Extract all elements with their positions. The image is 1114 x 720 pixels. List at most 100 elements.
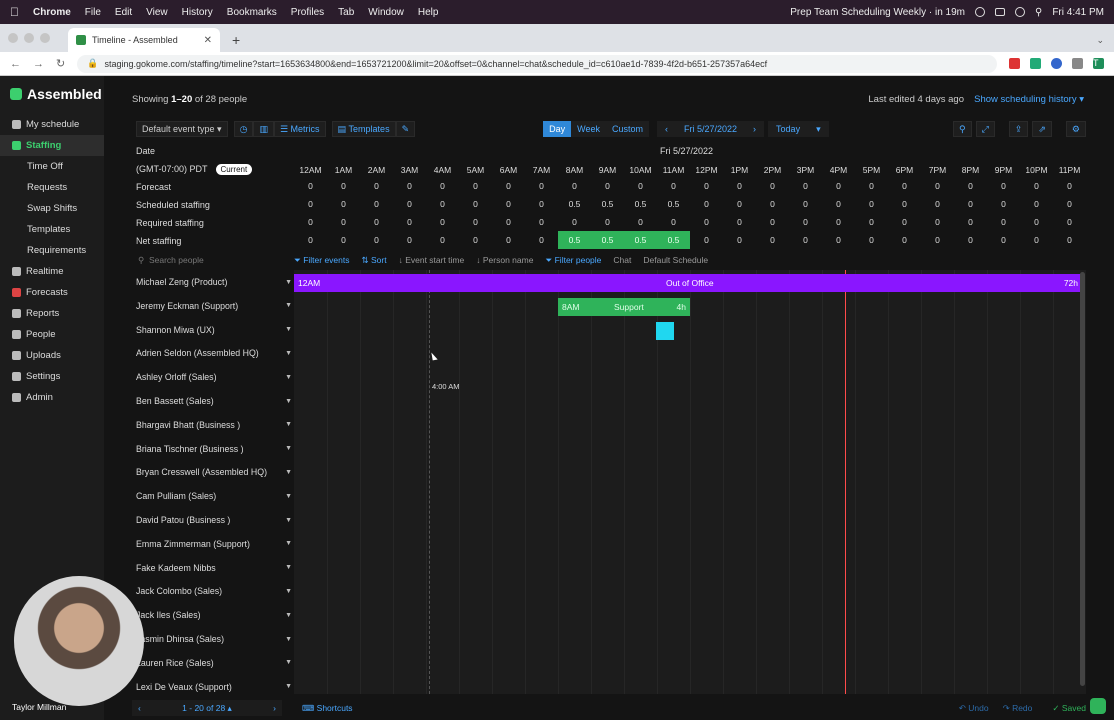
tab-search-chevron-icon[interactable]: ⌄ bbox=[1096, 35, 1104, 46]
timeline-grid[interactable]: 12AM Out of Office 72h 8AM Support 4h 4:… bbox=[294, 270, 1086, 694]
sort-event-start[interactable]: ↓ Event start time bbox=[399, 255, 465, 265]
person-row[interactable]: Briana Tischner (Business ) ▼ bbox=[136, 440, 292, 458]
menubar-clock[interactable]: Fri 4:41 PM bbox=[1052, 7, 1104, 18]
search-people-input[interactable]: ⚲ Search people bbox=[132, 255, 294, 266]
sort-person-name[interactable]: ↓ Person name bbox=[476, 255, 533, 265]
shortcuts-button[interactable]: ⌨ Shortcuts bbox=[302, 703, 353, 714]
sidebar-user-name[interactable]: Taylor Millman bbox=[12, 702, 66, 712]
sidebar-item-reports[interactable]: Reports bbox=[0, 303, 104, 324]
sidebar-item-staffing[interactable]: Staffing bbox=[0, 135, 104, 156]
sidebar-item-people[interactable]: People bbox=[0, 324, 104, 345]
chevron-down-icon[interactable]: ▼ bbox=[285, 350, 292, 357]
chevron-down-icon[interactable]: ▼ bbox=[285, 493, 292, 500]
browser-tab-active[interactable]: Timeline - Assembled ✕ bbox=[68, 28, 220, 52]
menu-bookmarks[interactable]: Bookmarks bbox=[227, 7, 277, 18]
sidebar-item-uploads[interactable]: Uploads bbox=[0, 345, 104, 366]
person-row[interactable]: Jack Colombo (Sales) ▼ bbox=[136, 582, 292, 600]
support-shift-event[interactable]: 8AM Support 4h bbox=[558, 298, 690, 316]
date-picker[interactable]: Fri 5/27/2022 bbox=[676, 121, 746, 137]
prev-date-icon[interactable]: ‹ bbox=[657, 121, 676, 137]
person-row[interactable]: Cam Pulliam (Sales) ▼ bbox=[136, 487, 292, 505]
chevron-down-icon[interactable]: ▼ bbox=[285, 540, 292, 547]
current-badge[interactable]: Current bbox=[215, 164, 253, 175]
chevron-down-icon[interactable]: ▼ bbox=[285, 612, 292, 619]
filter-events-button[interactable]: ⏷ Filter events bbox=[294, 255, 349, 266]
redo-button[interactable]: ↷ Redo bbox=[1003, 703, 1033, 714]
chevron-down-icon[interactable]: ▼ bbox=[285, 398, 292, 405]
menu-view[interactable]: View bbox=[146, 7, 168, 18]
sidebar-sub-templates[interactable]: Templates bbox=[0, 219, 104, 240]
today-chevron-down-icon[interactable]: ▾ bbox=[808, 121, 829, 137]
person-row[interactable]: Shannon Miwa (UX) ▼ bbox=[136, 321, 292, 339]
view-day-button[interactable]: Day bbox=[543, 121, 572, 137]
sidebar-item-my-schedule[interactable]: My schedule bbox=[0, 114, 104, 135]
menu-profiles[interactable]: Profiles bbox=[291, 7, 324, 18]
sort-button[interactable]: ⇅ Sort bbox=[361, 255, 386, 266]
wifi-icon[interactable] bbox=[1014, 7, 1025, 17]
menu-history[interactable]: History bbox=[182, 7, 213, 18]
person-row[interactable]: Jeremy Eckman (Support) ▼ bbox=[136, 297, 292, 315]
default-schedule[interactable]: Default Schedule bbox=[643, 255, 708, 265]
chevron-down-icon[interactable]: ▼ bbox=[285, 279, 292, 286]
event-type-dropdown[interactable]: Default event type ▾ bbox=[136, 121, 228, 137]
columns-icon[interactable]: ▥ bbox=[253, 121, 274, 137]
upload-icon[interactable]: ⇪ bbox=[1008, 121, 1029, 137]
menu-help[interactable]: Help bbox=[418, 7, 439, 18]
search-icon[interactable]: ⚲ bbox=[1035, 7, 1042, 18]
menu-file[interactable]: File bbox=[85, 7, 101, 18]
settings-gear-icon[interactable]: ⚙ bbox=[1065, 121, 1086, 137]
screen-icon[interactable] bbox=[994, 8, 1005, 16]
calendar-event[interactable]: Prep Team Scheduling Weekly · in 19m bbox=[790, 7, 965, 18]
today-button[interactable]: Today bbox=[768, 121, 809, 137]
minimize-window-icon[interactable] bbox=[24, 33, 34, 43]
expand-icon[interactable]: ⤢ bbox=[975, 121, 995, 137]
extension-green-icon[interactable] bbox=[1030, 58, 1041, 69]
apple-icon[interactable]:  bbox=[10, 5, 19, 19]
chevron-down-icon[interactable]: ▼ bbox=[285, 636, 292, 643]
sidebar-item-admin[interactable]: Admin bbox=[0, 387, 104, 408]
menu-app-name[interactable]: Chrome bbox=[33, 7, 71, 18]
reload-icon[interactable]: ↻ bbox=[56, 57, 65, 70]
chevron-down-icon[interactable]: ▼ bbox=[285, 445, 292, 452]
sidebar-sub-requirements[interactable]: Requirements bbox=[0, 240, 104, 261]
next-page-icon[interactable]: › bbox=[273, 703, 276, 713]
chevron-down-icon[interactable]: ▼ bbox=[285, 374, 292, 381]
chevron-down-icon[interactable]: ▼ bbox=[285, 588, 292, 595]
assembled-badge-icon[interactable] bbox=[1090, 698, 1106, 714]
sidebar-item-forecasts[interactable]: Forecasts bbox=[0, 282, 104, 303]
zoom-icon[interactable]: ⚲ bbox=[953, 121, 972, 137]
zoom-window-icon[interactable] bbox=[40, 33, 50, 43]
undo-button[interactable]: ↶ Undo bbox=[959, 703, 989, 714]
person-row[interactable]: Bhargavi Bhatt (Business ) ▼ bbox=[136, 416, 292, 434]
timeline-scrollbar[interactable] bbox=[1080, 272, 1085, 686]
show-history-link[interactable]: Show scheduling history ▾ bbox=[974, 94, 1084, 105]
person-row[interactable]: Fake Kadeem Nibbs ▼ bbox=[136, 559, 292, 577]
person-row[interactable]: Jack Iles (Sales) ▼ bbox=[136, 606, 292, 624]
chevron-down-icon[interactable]: ▼ bbox=[285, 326, 292, 333]
brand-logo[interactable]: Assembled bbox=[0, 86, 104, 102]
close-window-icon[interactable] bbox=[8, 33, 18, 43]
clock-filter-icon[interactable]: ◷ bbox=[233, 121, 254, 137]
page-range-dropdown[interactable]: 1 - 20 of 28 ▴ bbox=[182, 703, 232, 714]
person-row[interactable]: David Patou (Business ) ▼ bbox=[136, 511, 292, 529]
person-row[interactable]: Adrien Seldon (Assembled HQ) ▼ bbox=[136, 344, 292, 362]
sidebar-sub-time-off[interactable]: Time Off bbox=[0, 156, 104, 177]
out-of-office-event[interactable]: 12AM Out of Office 72h bbox=[294, 274, 1084, 292]
metrics-button[interactable]: ☰ Metrics bbox=[273, 121, 326, 137]
filter-people-button[interactable]: ⏷ Filter people bbox=[545, 255, 601, 266]
person-row[interactable]: Jasmin Dhinsa (Sales) ▼ bbox=[136, 630, 292, 648]
person-row[interactable]: Bryan Cresswell (Assembled HQ) ▼ bbox=[136, 463, 292, 481]
templates-button[interactable]: ▤ Templates bbox=[331, 121, 396, 137]
forward-arrow-icon[interactable]: → bbox=[33, 58, 44, 70]
person-row[interactable]: Emma Zimmerman (Support) ▼ bbox=[136, 535, 292, 553]
edit-pencil-icon[interactable]: ✎ bbox=[395, 121, 416, 137]
puzzle-icon[interactable] bbox=[1072, 58, 1083, 69]
view-week-button[interactable]: Week bbox=[571, 121, 606, 137]
chevron-down-icon[interactable]: ▼ bbox=[285, 469, 292, 476]
channel-chat[interactable]: Chat bbox=[613, 255, 631, 265]
chevron-down-icon[interactable]: ▼ bbox=[285, 302, 292, 309]
address-bar[interactable]: 🔒 staging.gokome.com/staffing/timeline?s… bbox=[77, 54, 997, 73]
person-row[interactable]: Michael Zeng (Product) ▼ bbox=[136, 273, 292, 291]
prev-page-icon[interactable]: ‹ bbox=[138, 703, 141, 713]
sidebar-sub-swap-shifts[interactable]: Swap Shifts bbox=[0, 198, 104, 219]
